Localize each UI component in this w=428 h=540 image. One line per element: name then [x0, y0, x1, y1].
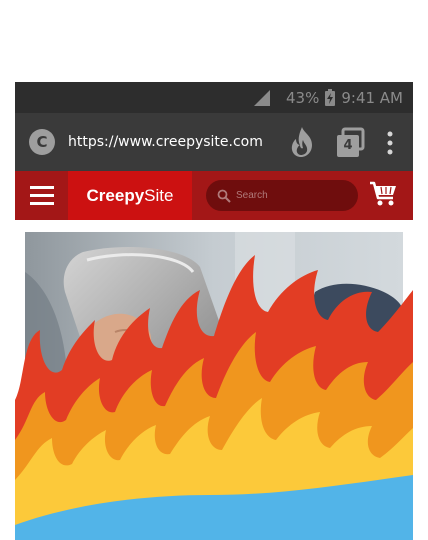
tab-count: 4 [343, 138, 353, 153]
search-icon [217, 188, 231, 203]
battery-icon [325, 89, 336, 106]
battery-percent: 43% [286, 88, 320, 107]
site-logo[interactable]: CreepySite [68, 171, 192, 220]
search-input[interactable] [236, 180, 351, 211]
fire-icon[interactable] [290, 127, 316, 157]
tabs-icon[interactable]: 4 [337, 127, 365, 157]
hero-image [25, 232, 403, 540]
site-header: CreepySite [15, 171, 413, 220]
site-favicon: C [29, 129, 55, 155]
screen: 43% 9:41 AM C https://www.creepysite.com [0, 0, 428, 540]
brand-name-bold: Creepy [86, 186, 145, 205]
search-bar[interactable] [206, 180, 358, 211]
phone-screen: 43% 9:41 AM C https://www.creepysite.com [15, 82, 413, 540]
status-indicators: 43% 9:41 AM [254, 82, 403, 113]
url-bar[interactable]: https://www.creepysite.com [68, 113, 263, 171]
hamburger-icon[interactable] [30, 185, 54, 205]
signal-icon [254, 89, 270, 106]
clock: 9:41 AM [341, 88, 403, 107]
hand-holding-phone-photo [25, 232, 403, 540]
brand-name-light: Site [144, 186, 174, 205]
browser-toolbar: C https://www.creepysite.com 4 [15, 113, 413, 171]
cart-icon[interactable] [369, 180, 397, 208]
status-bar: 43% 9:41 AM [15, 82, 413, 113]
more-vert-icon[interactable] [385, 131, 395, 155]
